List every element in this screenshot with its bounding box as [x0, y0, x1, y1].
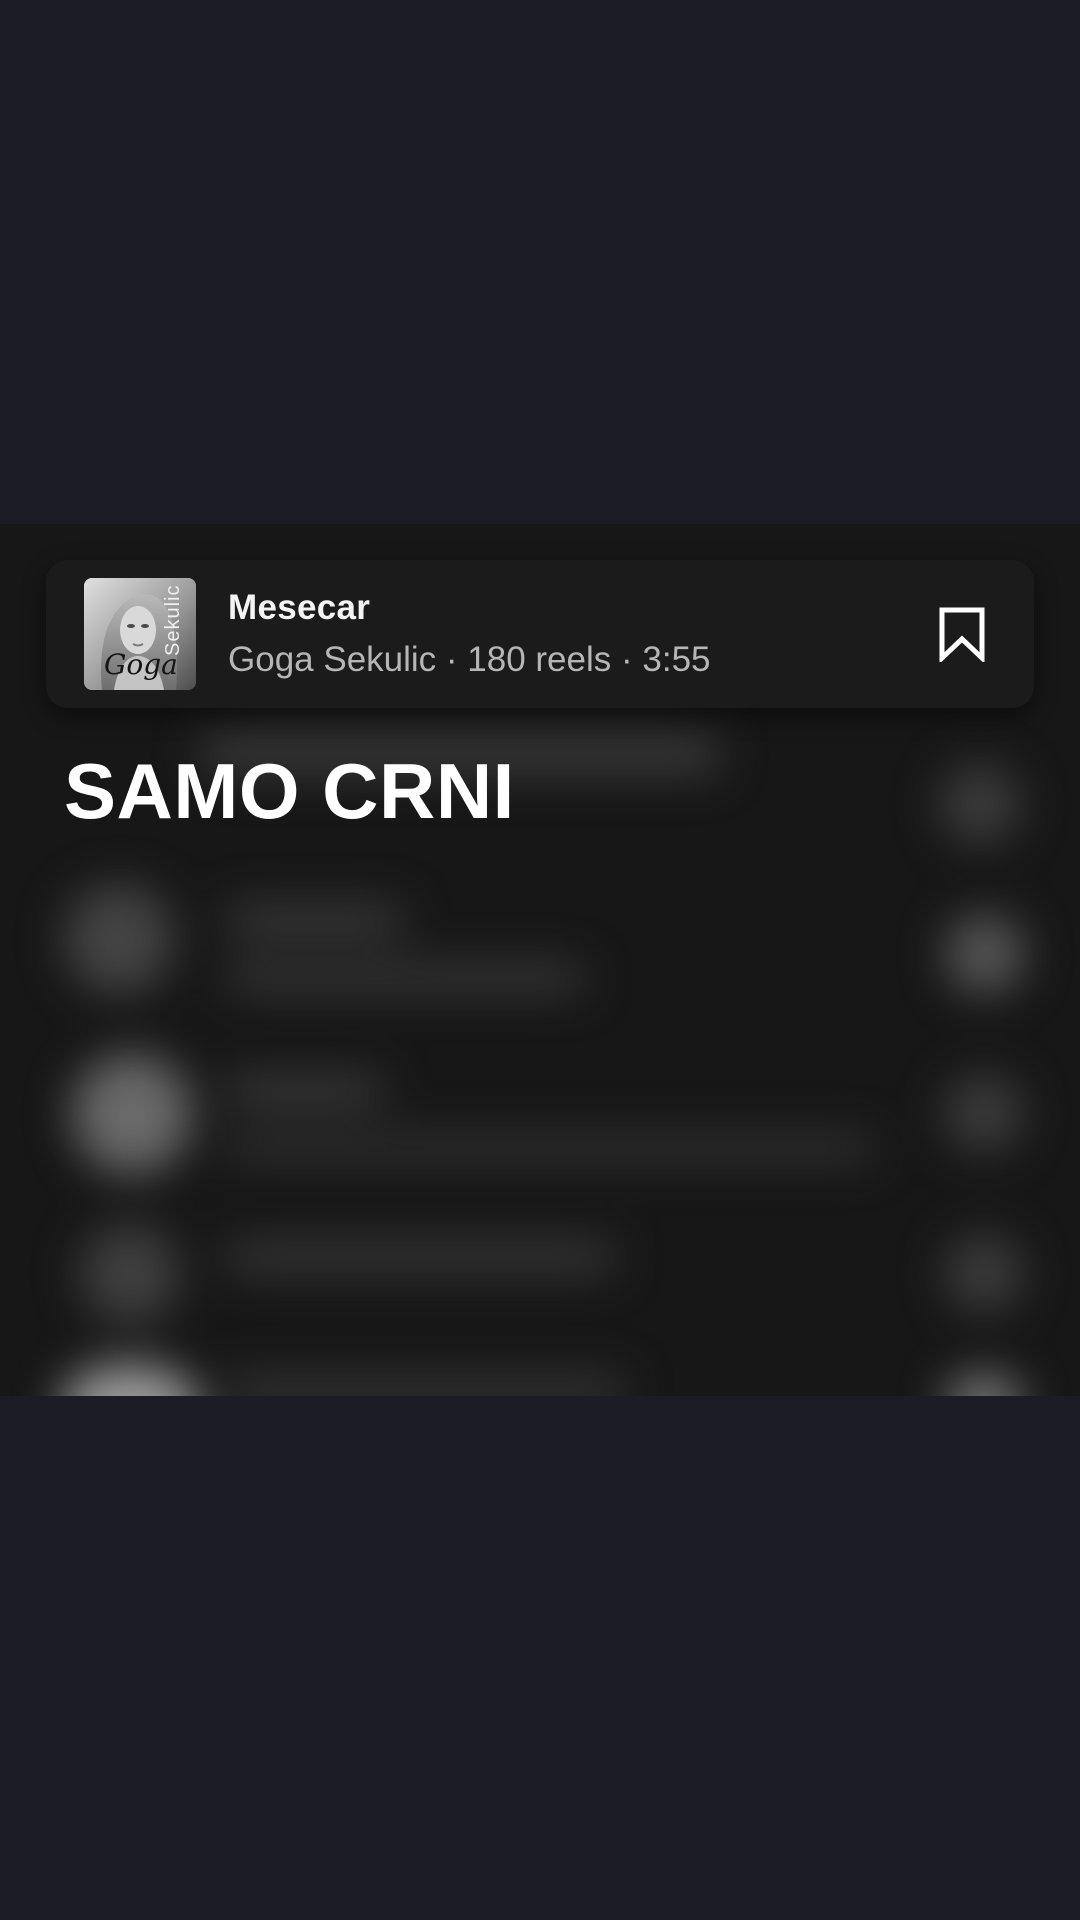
track-duration: 3:55 — [642, 640, 711, 679]
blurred-side-dot — [945, 1374, 1023, 1396]
blurred-row-line — [225, 1134, 875, 1162]
overlay-headline: SAMO CRNI — [64, 747, 515, 835]
blurred-side-dot — [945, 1234, 1023, 1312]
blurred-row-line — [225, 1374, 625, 1396]
top-letterbox — [0, 0, 1080, 524]
blurred-row-line — [225, 964, 585, 992]
blurred-side-dot — [940, 764, 1020, 844]
meta-separator: · — [611, 640, 643, 679]
track-reels-count: 180 reels — [467, 640, 612, 679]
album-art: Goga Sekulic — [84, 578, 196, 690]
track-meta: Goga Sekulic · 180 reels · 3:55 — [228, 640, 711, 680]
meta-separator: · — [436, 640, 468, 679]
blurred-avatar — [60, 1364, 200, 1396]
blurred-avatar — [80, 1224, 180, 1324]
bookmark-icon[interactable] — [936, 606, 988, 664]
blurred-avatar — [72, 1054, 192, 1174]
blurred-row-line — [225, 904, 405, 936]
album-art-side-text: Sekulic — [162, 584, 184, 656]
music-sticker[interactable]: Goga Sekulic Mesecar Goga Sekulic · 180 … — [46, 560, 1034, 708]
bottom-letterbox — [0, 1396, 1080, 1920]
blurred-row-line — [225, 1074, 385, 1106]
blurred-side-dot — [945, 914, 1025, 994]
track-artist: Goga Sekulic — [228, 640, 437, 679]
reel-frame[interactable]: Goga Sekulic Mesecar Goga Sekulic · 180 … — [0, 524, 1080, 1396]
blurred-side-dot — [945, 1074, 1023, 1152]
blurred-row-line — [225, 1239, 615, 1275]
blurred-avatar — [64, 884, 174, 994]
track-title: Mesecar — [228, 588, 371, 627]
